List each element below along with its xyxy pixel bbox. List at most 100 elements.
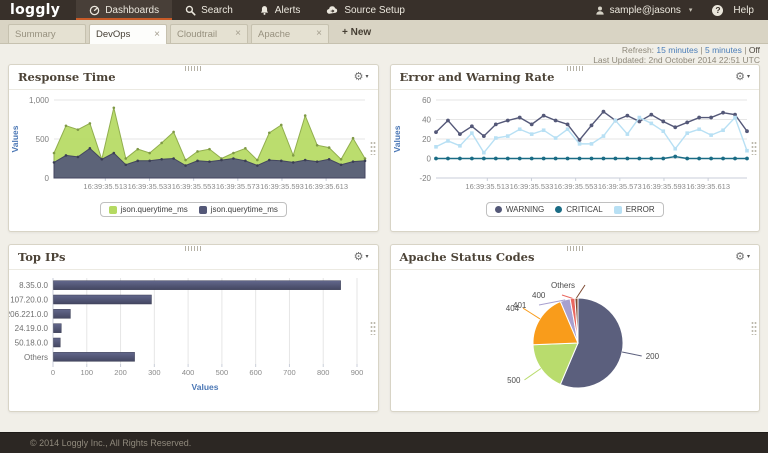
gear-icon[interactable]: ⚙▾ bbox=[354, 252, 369, 263]
chevron-down-icon: ▾ bbox=[365, 74, 368, 80]
svg-text:Others: Others bbox=[24, 353, 48, 362]
panel-title: Response Time bbox=[18, 70, 116, 84]
tab-devops[interactable]: DevOps × bbox=[89, 24, 167, 44]
nav-item-source-setup[interactable]: Source Setup bbox=[313, 0, 418, 20]
resize-grip-icon[interactable] bbox=[751, 321, 757, 335]
svg-text:40: 40 bbox=[422, 116, 431, 125]
drag-handle-icon[interactable] bbox=[567, 246, 583, 251]
svg-text:16:39:35.533: 16:39:35.533 bbox=[509, 182, 553, 191]
nav-item-dashboards[interactable]: Dashboards bbox=[76, 0, 172, 20]
resize-grip-icon[interactable] bbox=[370, 321, 376, 335]
tab-summary[interactable]: Summary bbox=[8, 24, 86, 43]
refresh-info: Refresh: 15 minutes | 5 minutes | Off La… bbox=[593, 46, 760, 65]
chevron-down-icon: ▾ bbox=[747, 254, 750, 260]
loggly-logo[interactable]: loggly bbox=[0, 0, 76, 20]
legend-swatch bbox=[109, 206, 117, 214]
bell-icon bbox=[259, 5, 270, 16]
svg-text:400: 400 bbox=[182, 368, 195, 377]
drag-handle-icon[interactable] bbox=[185, 246, 201, 251]
svg-text:0: 0 bbox=[51, 368, 55, 377]
refresh-15-link[interactable]: 15 minutes bbox=[656, 45, 698, 55]
svg-text:8.35.0.0: 8.35.0.0 bbox=[19, 281, 48, 290]
chart-legend[interactable]: WARNING CRITICAL ERROR bbox=[486, 202, 664, 217]
svg-text:206.221.0.0: 206.221.0.0 bbox=[9, 310, 49, 319]
panel-title: Top IPs bbox=[18, 250, 65, 264]
legend-item[interactable]: json.querytime_ms bbox=[199, 205, 278, 214]
resize-grip-icon[interactable] bbox=[751, 141, 757, 155]
user-icon bbox=[595, 5, 605, 16]
svg-text:50.18.0.0: 50.18.0.0 bbox=[15, 339, 49, 348]
svg-text:Others: Others bbox=[551, 281, 575, 290]
help-icon: ? bbox=[712, 5, 723, 16]
drag-handle-icon[interactable] bbox=[567, 66, 583, 71]
nav-item-alerts[interactable]: Alerts bbox=[246, 0, 314, 20]
svg-text:0: 0 bbox=[45, 174, 50, 183]
svg-text:107.20.0.0: 107.20.0.0 bbox=[10, 296, 48, 305]
svg-text:16:39:35.513: 16:39:35.513 bbox=[465, 182, 509, 191]
chart-legend[interactable]: json.querytime_ms json.querytime_ms bbox=[100, 202, 287, 217]
top-nav: loggly Dashboards Search Alerts Source S… bbox=[0, 0, 768, 20]
error-warning-rate-chart[interactable]: -20020406016:39:35.51316:39:35.53316:39:… bbox=[391, 92, 760, 217]
panel-title: Error and Warning Rate bbox=[400, 70, 555, 84]
svg-text:500: 500 bbox=[216, 368, 229, 377]
panel-apache-status-codes: Apache Status Codes ⚙▾ 200500404401400Ot… bbox=[390, 244, 761, 412]
svg-text:16:39:35.593: 16:39:35.593 bbox=[642, 182, 686, 191]
user-menu[interactable]: sample@jasons ▾ bbox=[582, 5, 703, 16]
chevron-down-icon: ▾ bbox=[689, 6, 693, 14]
svg-text:16:39:35.533: 16:39:35.533 bbox=[128, 182, 172, 191]
gear-icon[interactable]: ⚙▾ bbox=[735, 72, 750, 83]
svg-text:0: 0 bbox=[426, 155, 431, 164]
svg-text:600: 600 bbox=[249, 368, 262, 377]
legend-item[interactable]: ERROR bbox=[614, 205, 655, 214]
close-icon[interactable]: × bbox=[154, 30, 160, 40]
svg-text:16:39:35.613: 16:39:35.613 bbox=[686, 182, 730, 191]
legend-item[interactable]: CRITICAL bbox=[555, 205, 602, 214]
close-icon[interactable]: × bbox=[235, 29, 241, 39]
svg-text:500: 500 bbox=[507, 376, 521, 385]
page-footer: © 2014 Loggly Inc., All Rights Reserved. bbox=[0, 432, 768, 453]
chevron-down-icon: ▾ bbox=[747, 74, 750, 80]
legend-swatch bbox=[614, 206, 622, 214]
tab-cloudtrail[interactable]: Cloudtrail × bbox=[170, 24, 248, 43]
response-time-chart[interactable]: 05001,00016:39:35.51316:39:35.53316:39:3… bbox=[9, 92, 378, 217]
user-label: sample@jasons bbox=[610, 5, 681, 16]
gear-icon[interactable]: ⚙▾ bbox=[354, 72, 369, 83]
panel-title: Apache Status Codes bbox=[400, 250, 535, 264]
drag-handle-icon[interactable] bbox=[185, 66, 201, 71]
nav-item-help[interactable]: ? Help bbox=[702, 5, 768, 16]
nav-item-search[interactable]: Search bbox=[172, 0, 246, 20]
top-ips-chart[interactable]: 01002003004005006007008009008.35.0.0107.… bbox=[9, 272, 378, 394]
tab-new-dashboard[interactable]: + New bbox=[332, 24, 381, 43]
panel-error-warning-rate: Error and Warning Rate ⚙▾ -20020406016:3… bbox=[390, 64, 761, 232]
refresh-5-link[interactable]: 5 minutes bbox=[705, 45, 742, 55]
last-updated: Last Updated: 2nd October 2014 22:51 UTC bbox=[593, 56, 760, 66]
svg-text:200: 200 bbox=[645, 352, 659, 361]
legend-swatch bbox=[495, 206, 502, 213]
dashboard-grid: Response Time ⚙▾ 05001,00016:39:35.51316… bbox=[8, 64, 760, 412]
svg-text:16:39:35.573: 16:39:35.573 bbox=[216, 182, 260, 191]
cloud-icon bbox=[326, 5, 339, 16]
tab-apache[interactable]: Apache × bbox=[251, 24, 329, 43]
legend-item[interactable]: json.querytime_ms bbox=[109, 205, 188, 214]
svg-text:16:39:35.553: 16:39:35.553 bbox=[553, 182, 597, 191]
svg-text:300: 300 bbox=[148, 368, 161, 377]
apache-status-codes-chart[interactable]: 200500404401400Others bbox=[391, 272, 760, 406]
panel-response-time: Response Time ⚙▾ 05001,00016:39:35.51316… bbox=[8, 64, 379, 232]
svg-text:16:39:35.553: 16:39:35.553 bbox=[172, 182, 216, 191]
legend-swatch bbox=[199, 206, 207, 214]
copyright-text: © 2014 Loggly Inc., All Rights Reserved. bbox=[30, 438, 191, 448]
svg-text:Values: Values bbox=[10, 125, 20, 152]
legend-swatch bbox=[555, 206, 562, 213]
svg-text:16:39:35.573: 16:39:35.573 bbox=[597, 182, 641, 191]
svg-text:200: 200 bbox=[114, 368, 127, 377]
svg-text:16:39:35.593: 16:39:35.593 bbox=[260, 182, 304, 191]
svg-text:Values: Values bbox=[192, 382, 219, 392]
legend-item[interactable]: WARNING bbox=[495, 205, 544, 214]
svg-text:Values: Values bbox=[392, 125, 402, 152]
close-icon[interactable]: × bbox=[316, 29, 322, 39]
search-icon bbox=[185, 5, 196, 16]
gear-icon[interactable]: ⚙▾ bbox=[735, 252, 750, 263]
resize-grip-icon[interactable] bbox=[370, 141, 376, 155]
refresh-off-link[interactable]: Off bbox=[749, 45, 760, 55]
dashboard-tab-bar: Summary DevOps × Cloudtrail × Apache × +… bbox=[0, 20, 768, 44]
